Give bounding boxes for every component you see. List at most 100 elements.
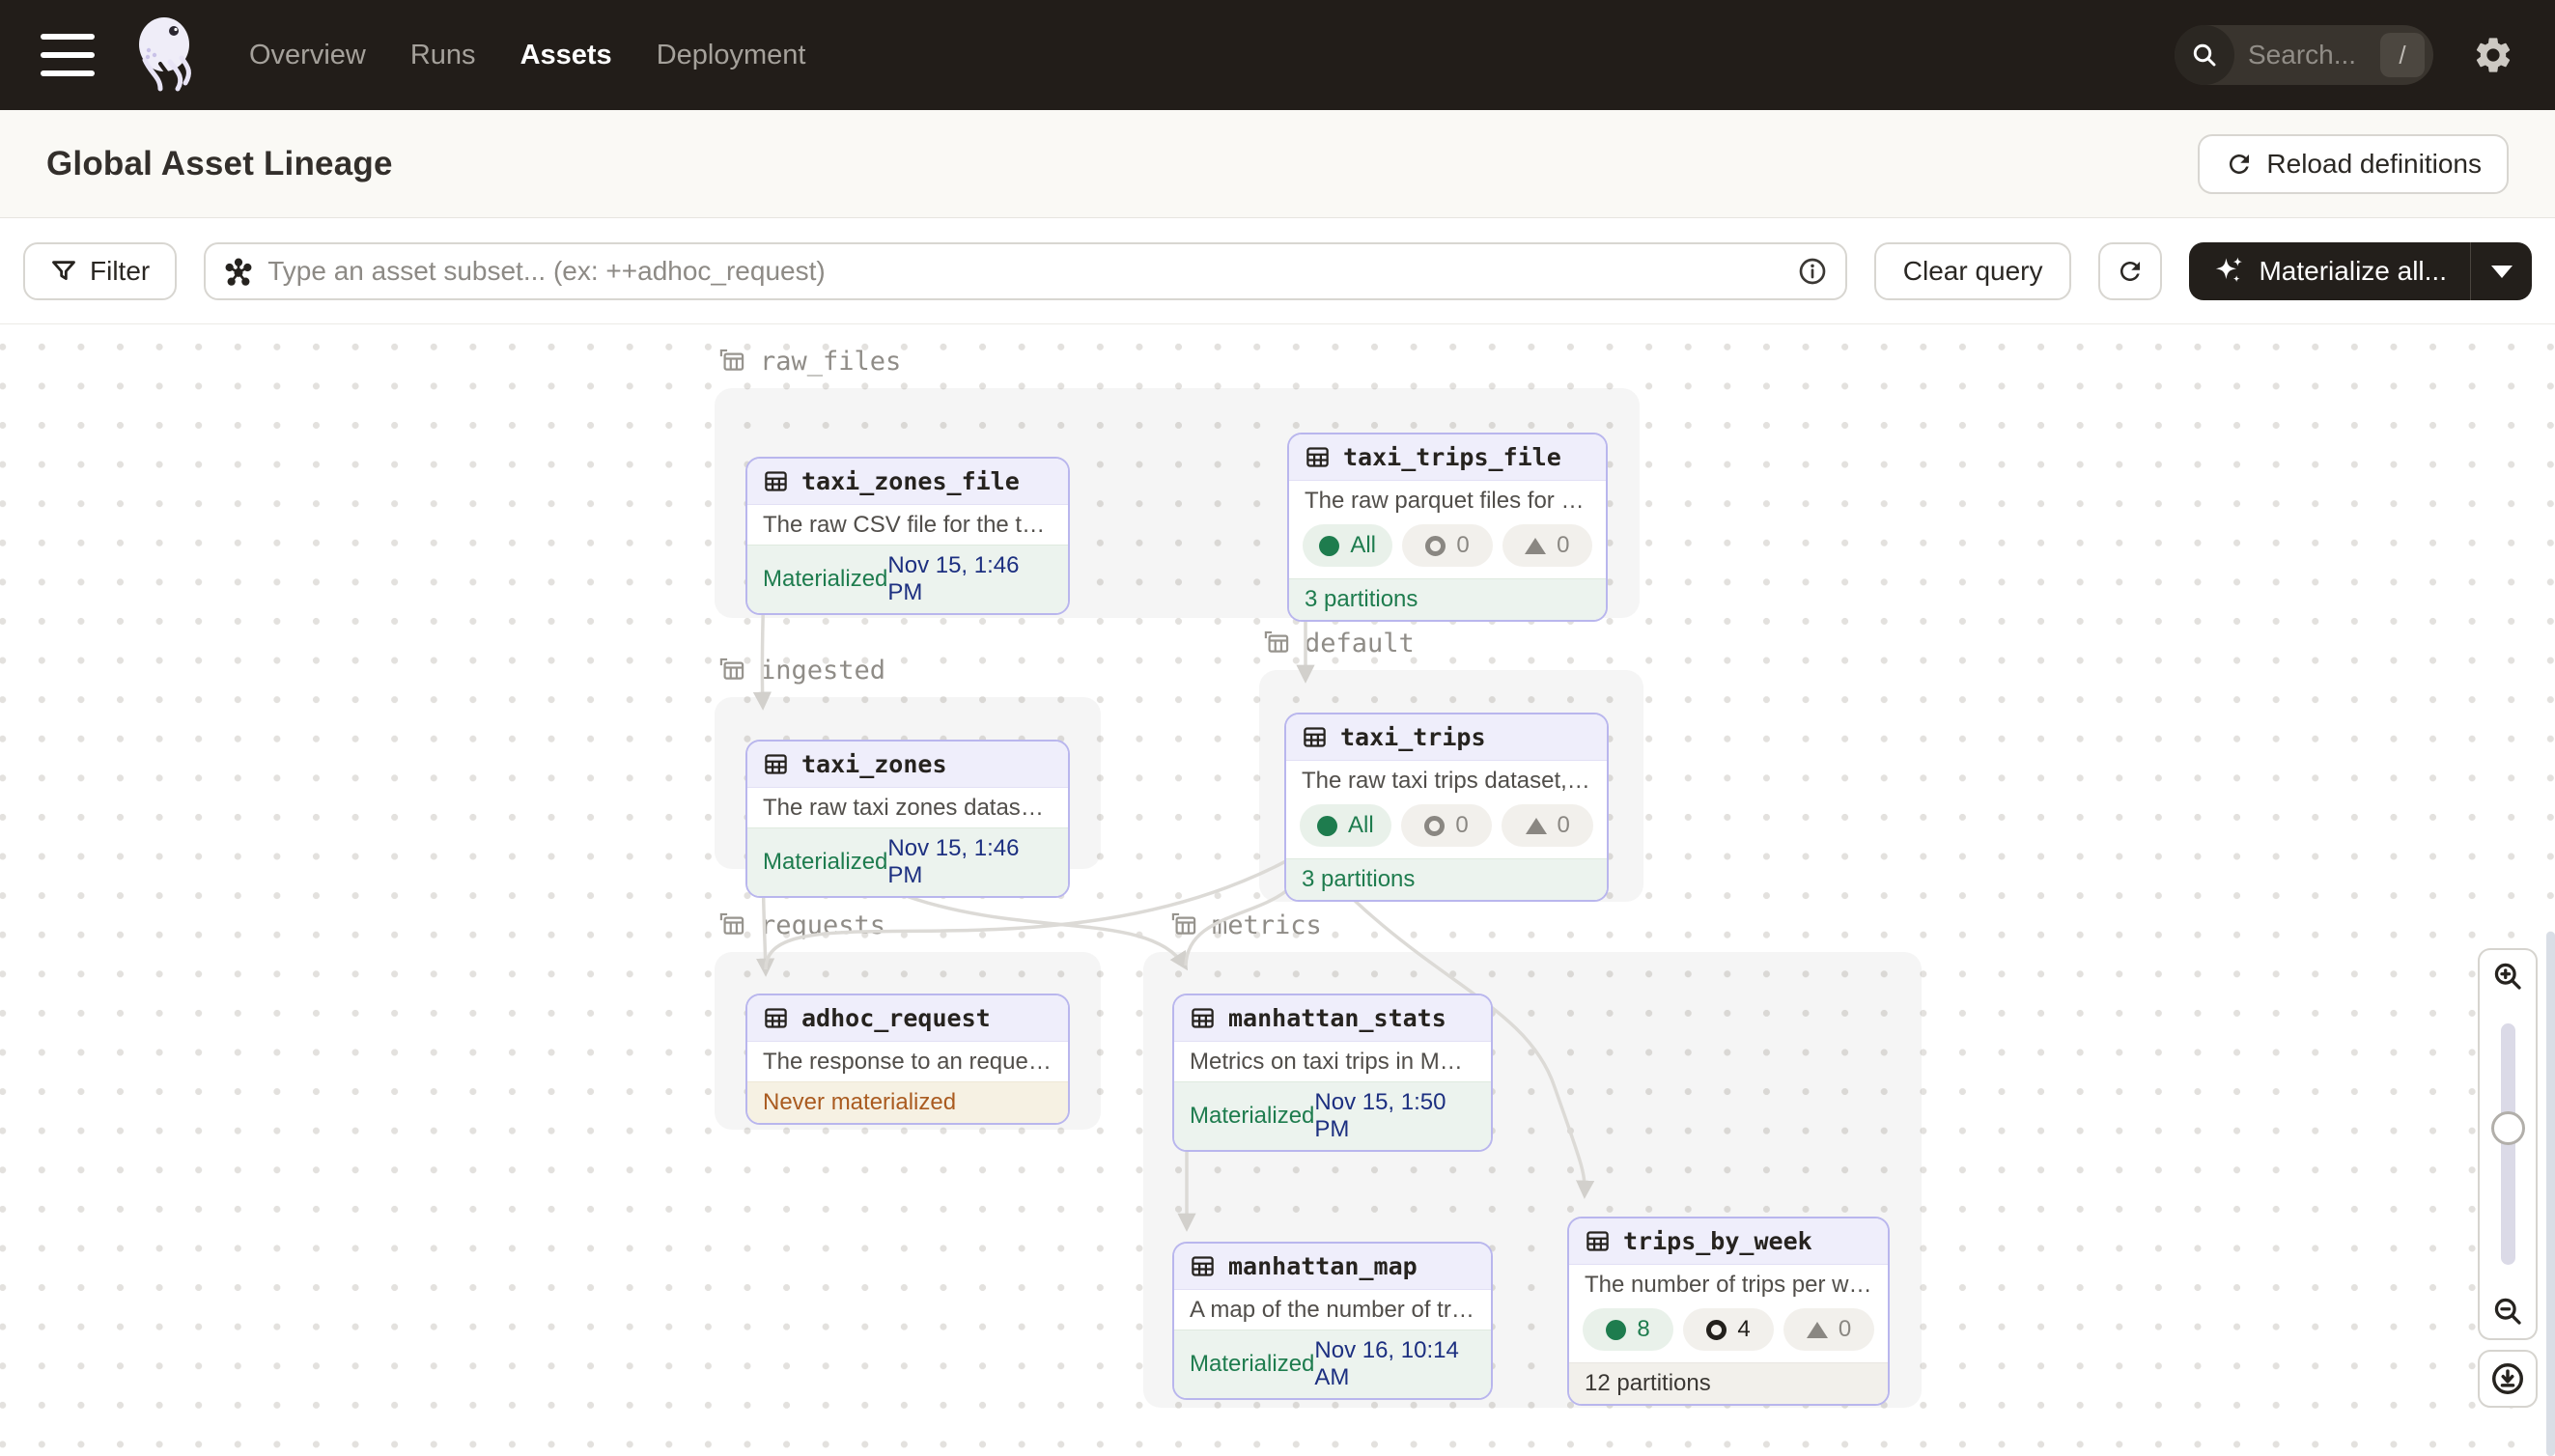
asset-description: A map of the number of trips per taxi z.… [1174,1290,1491,1330]
asset-graph-icon [223,256,254,287]
asset-description: The response to an request made in th... [747,1042,1068,1081]
status-badge: Materialized [1190,1351,1314,1378]
group-label-default[interactable]: default [1261,628,1415,658]
partitions-missing-pill[interactable]: 0 [1783,1308,1874,1351]
zoom-in-icon [2490,959,2525,994]
status-badge: Never materialized [763,1089,956,1116]
vertical-scrollbar[interactable] [2546,932,2555,1456]
tab-runs[interactable]: Runs [410,40,476,71]
ring-icon [1424,816,1445,836]
zoom-slider-thumb[interactable] [2491,1111,2525,1145]
partitions-failed-pill[interactable]: 0 [1401,804,1493,847]
partitions-missing-pill[interactable]: 0 [1502,524,1592,567]
materialize-options-caret[interactable] [2470,242,2532,300]
download-icon [2489,1360,2526,1397]
table-icon [763,751,789,777]
download-image-button[interactable] [2478,1350,2538,1408]
asset-name: manhattan_map [1228,1252,1418,1280]
materialization-timestamp[interactable]: Nov 15, 1:46 PM [887,552,1053,606]
asset-node-taxi-zones[interactable]: taxi_zones The raw taxi zones dataset, l… [745,740,1070,898]
group-label-requests[interactable]: requests [716,910,885,940]
partitions-materialized-pill[interactable]: All [1300,804,1391,847]
filled-dot-icon [1606,1320,1626,1340]
materialization-timestamp[interactable]: Nov 16, 10:14 AM [1314,1337,1475,1391]
asset-subset-input-wrap [204,242,1847,300]
table-icon [1190,1005,1216,1031]
search-input[interactable] [2234,40,2380,70]
asset-node-taxi-zones-file[interactable]: taxi_zones_file The raw CSV file for the… [745,457,1070,615]
global-search[interactable]: / [2175,25,2433,85]
asset-subset-input[interactable] [267,256,1783,287]
reload-definitions-button[interactable]: Reload definitions [2198,134,2509,194]
sparkle-icon [2212,255,2245,288]
filter-button[interactable]: Filter [23,242,177,300]
asset-node-adhoc-request[interactable]: adhoc_request The response to an request… [745,994,1070,1125]
refresh-icon [2116,257,2145,286]
settings-gear-icon[interactable] [2472,34,2514,76]
menu-icon[interactable] [41,34,97,76]
search-icon [2175,25,2234,85]
funnel-icon [50,258,77,285]
partitions-failed-pill[interactable]: 4 [1683,1308,1774,1351]
asset-name: trips_by_week [1623,1227,1812,1255]
lineage-toolbar: Filter Clear query Materialize all.. [0,219,2555,324]
refresh-graph-button[interactable] [2098,242,2162,300]
info-icon[interactable] [1797,256,1828,287]
asset-group-icon [716,910,747,940]
asset-name: taxi_zones [801,750,947,778]
materialization-timestamp[interactable]: Nov 15, 1:46 PM [887,835,1053,889]
partitions-count: 3 partitions [1305,586,1418,613]
ring-icon [1706,1320,1727,1340]
table-icon [1302,724,1328,750]
status-badge: Materialized [763,849,887,876]
dagster-logo-icon[interactable] [131,14,207,97]
partitions-missing-pill[interactable]: 0 [1502,804,1593,847]
ring-icon [1425,536,1446,556]
zoom-in-button[interactable] [2478,948,2538,1004]
asset-name: taxi_trips_file [1343,443,1561,471]
asset-description: The raw taxi zones dataset, loaded int..… [747,788,1068,827]
page-header: Global Asset Lineage Reload definitions [0,110,2555,218]
table-icon [1190,1253,1216,1279]
group-name: raw_files [760,347,901,377]
asset-description: The number of trips per week, aggreg... [1569,1265,1888,1304]
asset-node-manhattan-map[interactable]: manhattan_map A map of the number of tri… [1172,1242,1493,1400]
asset-description: Metrics on taxi trips in Manhattan [1174,1042,1491,1081]
triangle-icon [1807,1322,1828,1338]
tab-assets[interactable]: Assets [520,40,612,71]
table-icon [763,1005,789,1031]
asset-group-icon [1168,910,1199,940]
tab-overview[interactable]: Overview [249,40,366,71]
partitions-materialized-pill[interactable]: 8 [1583,1308,1673,1351]
asset-node-trips-by-week[interactable]: trips_by_week The number of trips per we… [1567,1217,1890,1406]
lineage-canvas[interactable]: raw_files ingested default requests metr… [0,324,2555,1456]
asset-description: The raw taxi trips dataset, loaded into … [1286,761,1607,800]
nav-tabs: Overview Runs Assets Deployment [249,40,805,71]
group-name: ingested [760,656,885,686]
clear-query-button[interactable]: Clear query [1874,242,2072,300]
asset-node-taxi-trips[interactable]: taxi_trips The raw taxi trips dataset, l… [1284,713,1609,902]
group-name: requests [760,910,885,940]
materialization-timestamp[interactable]: Nov 15, 1:50 PM [1314,1089,1475,1143]
partitions-count: 12 partitions [1585,1370,1711,1397]
filled-dot-icon [1317,816,1337,836]
partitions-failed-pill[interactable]: 0 [1402,524,1492,567]
group-label-metrics[interactable]: metrics [1168,910,1322,940]
status-badge: Materialized [1190,1103,1314,1130]
zoom-out-button[interactable] [2478,1284,2538,1340]
asset-name: taxi_trips [1340,723,1486,751]
asset-node-manhattan-stats[interactable]: manhattan_stats Metrics on taxi trips in… [1172,994,1493,1152]
partitions-materialized-pill[interactable]: All [1303,524,1392,567]
page-title: Global Asset Lineage [46,145,393,183]
asset-group-icon [716,655,747,686]
asset-group-icon [716,346,747,377]
triangle-icon [1525,538,1546,554]
zoom-out-icon [2490,1294,2525,1329]
asset-node-taxi-trips-file[interactable]: taxi_trips_file The raw parquet files fo… [1287,433,1608,622]
tab-deployment[interactable]: Deployment [657,40,806,71]
group-label-raw-files[interactable]: raw_files [716,346,901,377]
materialize-all-button[interactable]: Materialize all... [2189,242,2532,300]
search-shortcut-badge: / [2380,33,2425,77]
group-label-ingested[interactable]: ingested [716,655,885,686]
asset-description: The raw parquet files for the taxi trips… [1289,481,1606,520]
